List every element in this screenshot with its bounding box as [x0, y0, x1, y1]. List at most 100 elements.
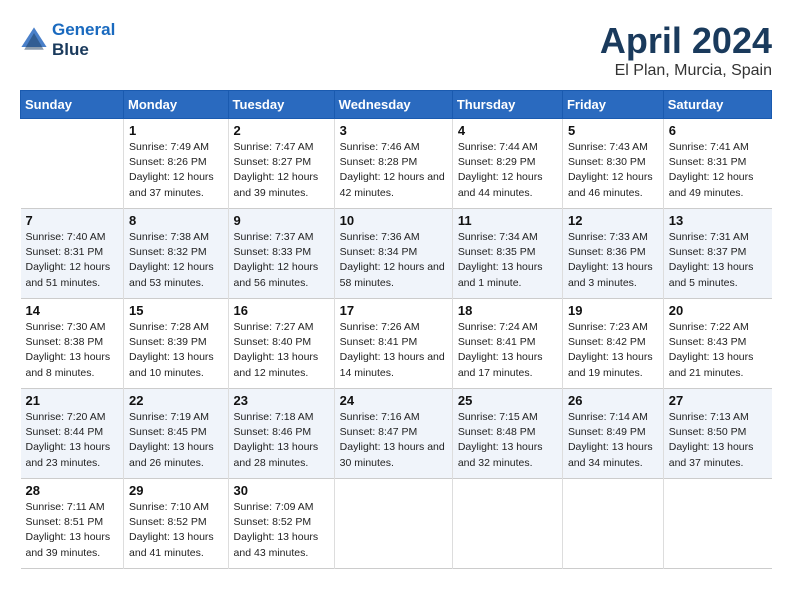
calendar-cell — [21, 119, 124, 209]
calendar-header: SundayMondayTuesdayWednesdayThursdayFrid… — [21, 91, 772, 119]
day-number: 24 — [340, 393, 447, 408]
day-number: 1 — [129, 123, 223, 138]
weekday-header: Monday — [124, 91, 229, 119]
day-info: Sunrise: 7:22 AM Sunset: 8:43 PM Dayligh… — [669, 320, 767, 381]
day-number: 21 — [26, 393, 119, 408]
logo-text: General Blue — [52, 20, 115, 60]
header: General Blue April 2024 El Plan, Murcia,… — [20, 20, 772, 80]
day-info: Sunrise: 7:44 AM Sunset: 8:29 PM Dayligh… — [458, 140, 557, 201]
weekday-header: Thursday — [452, 91, 562, 119]
day-info: Sunrise: 7:36 AM Sunset: 8:34 PM Dayligh… — [340, 230, 447, 291]
day-number: 23 — [234, 393, 329, 408]
day-info: Sunrise: 7:47 AM Sunset: 8:27 PM Dayligh… — [234, 140, 329, 201]
calendar-cell: 19Sunrise: 7:23 AM Sunset: 8:42 PM Dayli… — [562, 299, 663, 389]
day-info: Sunrise: 7:10 AM Sunset: 8:52 PM Dayligh… — [129, 500, 223, 561]
calendar-cell: 27 Sunrise: 7:13 AM Sunset: 8:50 PM Dayli… — [663, 389, 771, 479]
day-info: Sunrise: 7:38 AM Sunset: 8:32 PM Dayligh… — [129, 230, 223, 291]
day-number: 15 — [129, 303, 223, 318]
calendar-week-row: 14 Sunrise: 7:30 AM Sunset: 8:38 PM Dayli… — [21, 299, 772, 389]
calendar-cell: 4Sunrise: 7:44 AM Sunset: 8:29 PM Daylig… — [452, 119, 562, 209]
day-info: Sunrise: 7:37 AM Sunset: 8:33 PM Dayligh… — [234, 230, 329, 291]
day-info: Sunrise: 7:23 AM Sunset: 8:42 PM Dayligh… — [568, 320, 658, 381]
day-info: Sunrise: 7:18 AM Sunset: 8:46 PM Dayligh… — [234, 410, 329, 471]
calendar-cell: 10 Sunrise: 7:36 AM Sunset: 8:34 PM Dayli… — [334, 209, 452, 299]
day-number: 12 — [568, 213, 658, 228]
calendar-week-row: 1 Sunrise: 7:49 AM Sunset: 8:26 PM Daylig… — [21, 119, 772, 209]
day-info: Sunrise: 7:11 AM Sunset: 8:51 PM Dayligh… — [26, 500, 119, 561]
day-info: Sunrise: 7:13 AM Sunset: 8:50 PM Dayligh… — [669, 410, 767, 471]
calendar-cell: 21 Sunrise: 7:20 AM Sunset: 8:44 PM Dayli… — [21, 389, 124, 479]
day-info: Sunrise: 7:24 AM Sunset: 8:41 PM Dayligh… — [458, 320, 557, 381]
day-number: 7 — [26, 213, 119, 228]
day-info: Sunrise: 7:31 AM Sunset: 8:37 PM Dayligh… — [669, 230, 767, 291]
day-number: 30 — [234, 483, 329, 498]
day-number: 10 — [340, 213, 447, 228]
day-info: Sunrise: 7:15 AM Sunset: 8:48 PM Dayligh… — [458, 410, 557, 471]
day-info: Sunrise: 7:14 AM Sunset: 8:49 PM Dayligh… — [568, 410, 658, 471]
calendar-cell — [562, 479, 663, 569]
day-info: Sunrise: 7:34 AM Sunset: 8:35 PM Dayligh… — [458, 230, 557, 291]
day-info: Sunrise: 7:19 AM Sunset: 8:45 PM Dayligh… — [129, 410, 223, 471]
day-number: 28 — [26, 483, 119, 498]
day-number: 9 — [234, 213, 329, 228]
day-number: 20 — [669, 303, 767, 318]
day-info: Sunrise: 7:49 AM Sunset: 8:26 PM Dayligh… — [129, 140, 223, 201]
calendar-cell: 1 Sunrise: 7:49 AM Sunset: 8:26 PM Daylig… — [124, 119, 229, 209]
day-number: 2 — [234, 123, 329, 138]
day-number: 13 — [669, 213, 767, 228]
calendar-table: SundayMondayTuesdayWednesdayThursdayFrid… — [20, 90, 772, 569]
day-info: Sunrise: 7:30 AM Sunset: 8:38 PM Dayligh… — [26, 320, 119, 381]
calendar-cell: 26Sunrise: 7:14 AM Sunset: 8:49 PM Dayli… — [562, 389, 663, 479]
day-info: Sunrise: 7:20 AM Sunset: 8:44 PM Dayligh… — [26, 410, 119, 471]
weekday-header: Saturday — [663, 91, 771, 119]
day-number: 3 — [340, 123, 447, 138]
calendar-cell: 20 Sunrise: 7:22 AM Sunset: 8:43 PM Dayli… — [663, 299, 771, 389]
calendar-cell: 7 Sunrise: 7:40 AM Sunset: 8:31 PM Daylig… — [21, 209, 124, 299]
calendar-cell: 23 Sunrise: 7:18 AM Sunset: 8:46 PM Dayli… — [228, 389, 334, 479]
logo-icon — [20, 26, 48, 54]
calendar-week-row: 21 Sunrise: 7:20 AM Sunset: 8:44 PM Dayli… — [21, 389, 772, 479]
day-info: Sunrise: 7:43 AM Sunset: 8:30 PM Dayligh… — [568, 140, 658, 201]
calendar-cell: 12 Sunrise: 7:33 AM Sunset: 8:36 PM Dayli… — [562, 209, 663, 299]
day-number: 8 — [129, 213, 223, 228]
calendar-cell: 17Sunrise: 7:26 AM Sunset: 8:41 PM Dayli… — [334, 299, 452, 389]
weekday-header: Tuesday — [228, 91, 334, 119]
day-number: 14 — [26, 303, 119, 318]
logo: General Blue — [20, 20, 115, 60]
calendar-cell: 28 Sunrise: 7:11 AM Sunset: 8:51 PM Dayli… — [21, 479, 124, 569]
title-section: April 2024 El Plan, Murcia, Spain — [600, 20, 772, 80]
day-number: 25 — [458, 393, 557, 408]
calendar-cell: 11 Sunrise: 7:34 AM Sunset: 8:35 PM Dayli… — [452, 209, 562, 299]
calendar-cell — [334, 479, 452, 569]
calendar-cell: 29Sunrise: 7:10 AM Sunset: 8:52 PM Dayli… — [124, 479, 229, 569]
day-info: Sunrise: 7:46 AM Sunset: 8:28 PM Dayligh… — [340, 140, 447, 201]
day-number: 22 — [129, 393, 223, 408]
weekday-header: Sunday — [21, 91, 124, 119]
weekday-header: Wednesday — [334, 91, 452, 119]
calendar-cell: 9 Sunrise: 7:37 AM Sunset: 8:33 PM Daylig… — [228, 209, 334, 299]
calendar-cell: 30 Sunrise: 7:09 AM Sunset: 8:52 PM Dayli… — [228, 479, 334, 569]
calendar-cell: 24Sunrise: 7:16 AM Sunset: 8:47 PM Dayli… — [334, 389, 452, 479]
day-info: Sunrise: 7:40 AM Sunset: 8:31 PM Dayligh… — [26, 230, 119, 291]
day-info: Sunrise: 7:09 AM Sunset: 8:52 PM Dayligh… — [234, 500, 329, 561]
calendar-cell: 22 Sunrise: 7:19 AM Sunset: 8:45 PM Dayli… — [124, 389, 229, 479]
calendar-cell — [663, 479, 771, 569]
calendar-week-row: 28 Sunrise: 7:11 AM Sunset: 8:51 PM Dayli… — [21, 479, 772, 569]
weekday-header: Friday — [562, 91, 663, 119]
month-title: April 2024 — [600, 20, 772, 62]
day-info: Sunrise: 7:27 AM Sunset: 8:40 PM Dayligh… — [234, 320, 329, 381]
calendar-cell: 25 Sunrise: 7:15 AM Sunset: 8:48 PM Dayli… — [452, 389, 562, 479]
calendar-cell: 2 Sunrise: 7:47 AM Sunset: 8:27 PM Daylig… — [228, 119, 334, 209]
calendar-cell: 14 Sunrise: 7:30 AM Sunset: 8:38 PM Dayli… — [21, 299, 124, 389]
day-number: 11 — [458, 213, 557, 228]
day-number: 27 — [669, 393, 767, 408]
calendar-cell: 3 Sunrise: 7:46 AM Sunset: 8:28 PM Daylig… — [334, 119, 452, 209]
calendar-week-row: 7 Sunrise: 7:40 AM Sunset: 8:31 PM Daylig… — [21, 209, 772, 299]
calendar-cell: 8 Sunrise: 7:38 AM Sunset: 8:32 PM Daylig… — [124, 209, 229, 299]
calendar-cell: 16Sunrise: 7:27 AM Sunset: 8:40 PM Dayli… — [228, 299, 334, 389]
calendar-cell: 15Sunrise: 7:28 AM Sunset: 8:39 PM Dayli… — [124, 299, 229, 389]
calendar-cell: 13 Sunrise: 7:31 AM Sunset: 8:37 PM Dayli… — [663, 209, 771, 299]
calendar-cell — [452, 479, 562, 569]
calendar-cell: 6Sunrise: 7:41 AM Sunset: 8:31 PM Daylig… — [663, 119, 771, 209]
day-info: Sunrise: 7:33 AM Sunset: 8:36 PM Dayligh… — [568, 230, 658, 291]
